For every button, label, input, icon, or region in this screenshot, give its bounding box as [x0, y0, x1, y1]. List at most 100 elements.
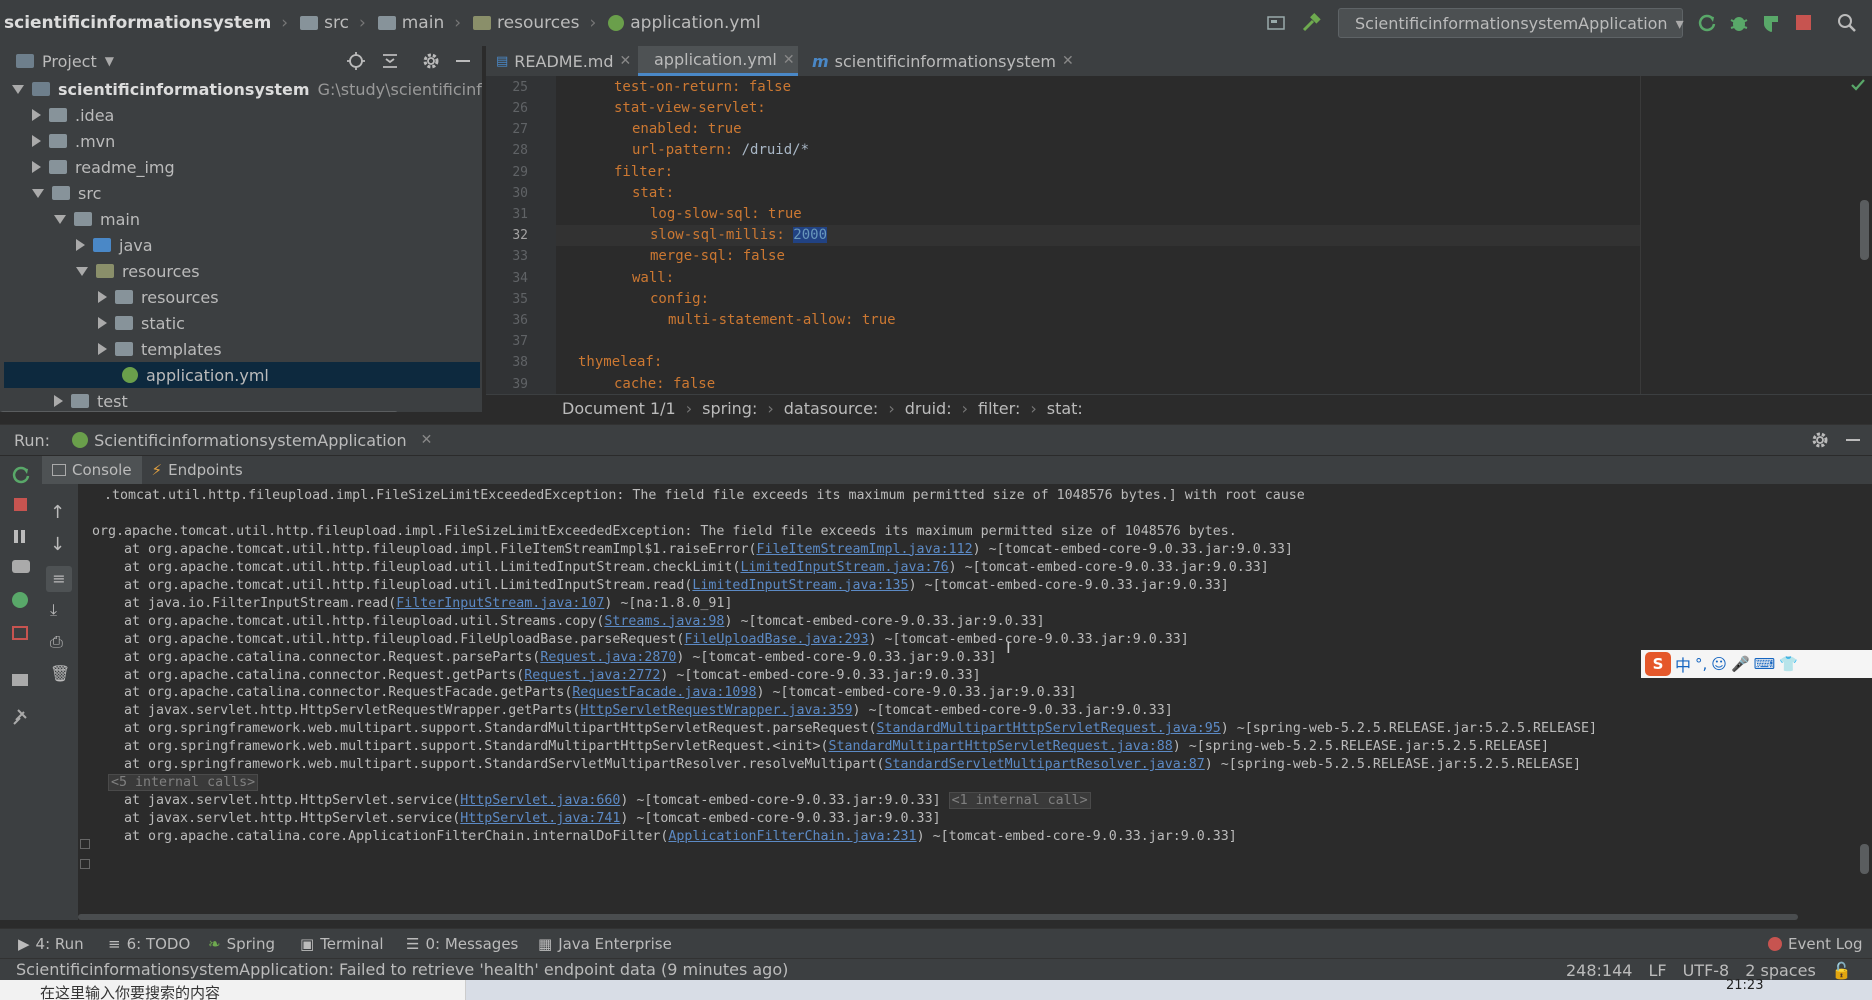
tab-pom[interactable]: m scientificinformationsystem ✕ [802, 46, 1074, 76]
taskbar-clock[interactable]: 21:23 [1726, 978, 1763, 993]
collapse-arrow-icon[interactable] [32, 109, 41, 121]
fold-icon[interactable] [80, 839, 90, 849]
breadcrumb-src[interactable]: src › [300, 13, 366, 33]
code-editor[interactable]: test-on-return: false stat-view-servlet:… [556, 76, 1872, 394]
tab-readme[interactable]: ▤ README.md ✕ [486, 46, 634, 76]
collapse-arrow-icon[interactable] [32, 135, 41, 147]
stack-trace-link[interactable]: FileItemStreamImpl.java:112 [756, 542, 972, 557]
tree-item-mvn[interactable]: .mvn [32, 128, 115, 154]
toolwindow-java-enterprise[interactable]: ▦ Java Enterprise [538, 929, 672, 959]
hammer-icon[interactable] [1300, 12, 1322, 34]
build-project-icon[interactable] [1266, 13, 1286, 33]
stack-trace-link[interactable]: FileUploadBase.java:293 [684, 632, 868, 647]
breadcrumb-item[interactable]: stat: [1047, 399, 1083, 418]
project-panel-title[interactable]: Project [42, 52, 97, 71]
stack-trace-link[interactable]: Request.java:2870 [540, 650, 676, 665]
vertical-scrollbar[interactable] [1860, 200, 1869, 260]
stack-trace-link[interactable]: LimitedInputStream.java:135 [692, 578, 908, 593]
tree-item-resources-sub[interactable]: resources [98, 284, 219, 310]
locate-icon[interactable] [346, 51, 366, 71]
emoji-icon[interactable]: ☺ [1711, 655, 1727, 673]
tree-item-application-yml[interactable]: application.yml [4, 362, 480, 388]
internal-calls-fold[interactable]: <1 internal call> [948, 792, 1091, 810]
taskbar-search[interactable]: 在这里输入你要搜索的内容 [0, 980, 466, 1000]
scroll-to-end-icon[interactable]: ⤓ [50, 600, 57, 620]
stack-trace-link[interactable]: Request.java:2772 [524, 668, 660, 683]
collapse-arrow-icon[interactable] [98, 343, 107, 355]
lock-icon[interactable]: 🔓 [1832, 961, 1852, 980]
breadcrumb-resources[interactable]: resources › [473, 13, 596, 33]
toolwindow-spring[interactable]: ❧ Spring [208, 929, 275, 959]
tree-item-templates[interactable]: templates [98, 336, 222, 362]
debug-icon[interactable] [12, 592, 28, 608]
search-icon[interactable] [1836, 12, 1858, 34]
minimize-icon[interactable] [1846, 439, 1860, 441]
document-indicator[interactable]: Document 1/1 [562, 399, 676, 418]
breadcrumb-item[interactable]: druid: [905, 399, 952, 418]
arrow-down-icon[interactable]: ↓ [50, 534, 65, 555]
stack-trace-link[interactable]: StandardMultipartHttpServletRequest.java… [829, 739, 1173, 754]
minimize-icon[interactable] [456, 60, 470, 62]
arrow-up-icon[interactable]: ↑ [50, 502, 65, 523]
collapse-arrow-icon[interactable] [32, 161, 41, 173]
microphone-icon[interactable]: 🎤 [1731, 655, 1750, 673]
skin-icon[interactable]: 👕 [1779, 655, 1798, 673]
tree-item-idea[interactable]: .idea [32, 102, 114, 128]
expand-arrow-icon[interactable] [76, 266, 88, 276]
keyboard-icon[interactable]: ⌨ [1754, 655, 1776, 673]
ime-toolbar[interactable]: S 中 °, ☺ 🎤 ⌨ 👕 [1641, 650, 1872, 678]
toolwindow-todo[interactable]: ≡ 6: TODO [108, 929, 190, 959]
stack-trace-link[interactable]: LimitedInputStream.java:76 [740, 560, 948, 575]
close-icon[interactable]: ✕ [421, 432, 433, 448]
collapse-arrow-icon[interactable] [98, 291, 107, 303]
gear-icon[interactable] [421, 51, 441, 71]
stop-icon[interactable] [1796, 15, 1811, 30]
tab-console[interactable]: Console [42, 456, 142, 484]
close-icon[interactable]: ✕ [783, 52, 795, 68]
breadcrumb-file[interactable]: application.yml [608, 13, 761, 33]
coverage-icon[interactable] [1760, 12, 1782, 34]
soft-wrap-icon[interactable]: ≡ [46, 566, 72, 592]
stop-icon[interactable] [14, 498, 27, 511]
stack-trace-link[interactable]: StandardMultipartHttpServletRequest.java… [877, 721, 1221, 736]
console-output[interactable]: .tomcat.util.http.fileupload.impl.FileSi… [78, 484, 1872, 920]
fold-icon[interactable] [80, 859, 90, 869]
breadcrumb-project[interactable]: scientificinformationsystem › [4, 13, 288, 33]
caret-position[interactable]: 248:144 [1566, 961, 1632, 980]
rerun-icon[interactable] [1696, 12, 1718, 34]
pause-icon[interactable] [14, 530, 18, 543]
stack-trace-link[interactable]: ApplicationFilterChain.java:231 [668, 829, 916, 844]
horizontal-scrollbar[interactable] [78, 914, 1798, 920]
pin-icon[interactable] [10, 706, 32, 728]
toolwindow-terminal[interactable]: ▣ Terminal [300, 929, 384, 959]
tree-item-src[interactable]: src [32, 180, 101, 206]
close-icon[interactable]: ✕ [620, 53, 632, 69]
print-icon[interactable]: ⎙ [50, 632, 63, 652]
indent-setting[interactable]: 2 spaces [1745, 961, 1816, 980]
tab-application-yml[interactable]: application.yml ✕ [638, 46, 798, 76]
close-icon[interactable]: ✕ [1062, 53, 1074, 69]
collapse-arrow-icon[interactable] [54, 395, 63, 407]
horizontal-scrollbar[interactable] [0, 411, 398, 412]
collapse-all-icon[interactable] [380, 51, 400, 71]
tree-item-test[interactable]: test [54, 388, 128, 412]
chevron-down-icon[interactable]: ▼ [105, 54, 114, 68]
stack-trace-link[interactable]: HttpServlet.java:741 [460, 811, 620, 826]
stack-trace-link[interactable]: FilterInputStream.java:107 [396, 596, 604, 611]
line-separator[interactable]: LF [1648, 961, 1666, 980]
expand-arrow-icon[interactable] [12, 84, 24, 94]
stack-trace-link[interactable]: StandardServletMultipartResolver.java:87 [885, 757, 1205, 772]
tree-item-resources[interactable]: resources [76, 258, 200, 284]
toolwindow-run[interactable]: ▶ 4: Run [18, 929, 84, 959]
breadcrumb-item[interactable]: datasource: [784, 399, 879, 418]
collapse-arrow-icon[interactable] [76, 239, 85, 251]
expand-arrow-icon[interactable] [32, 188, 44, 198]
trash-icon[interactable]: 🗑 [50, 664, 70, 683]
status-message[interactable]: ScientificinformationsystemApplication: … [16, 959, 788, 981]
inspection-ok-icon[interactable] [1850, 78, 1866, 92]
debug-icon[interactable] [1728, 12, 1750, 34]
tree-item-main[interactable]: main [54, 206, 140, 232]
tree-root[interactable]: scientificinformationsystem G:\study\sci… [12, 76, 482, 102]
stack-trace-link[interactable]: HttpServlet.java:660 [460, 793, 620, 808]
collapse-arrow-icon[interactable] [98, 317, 107, 329]
